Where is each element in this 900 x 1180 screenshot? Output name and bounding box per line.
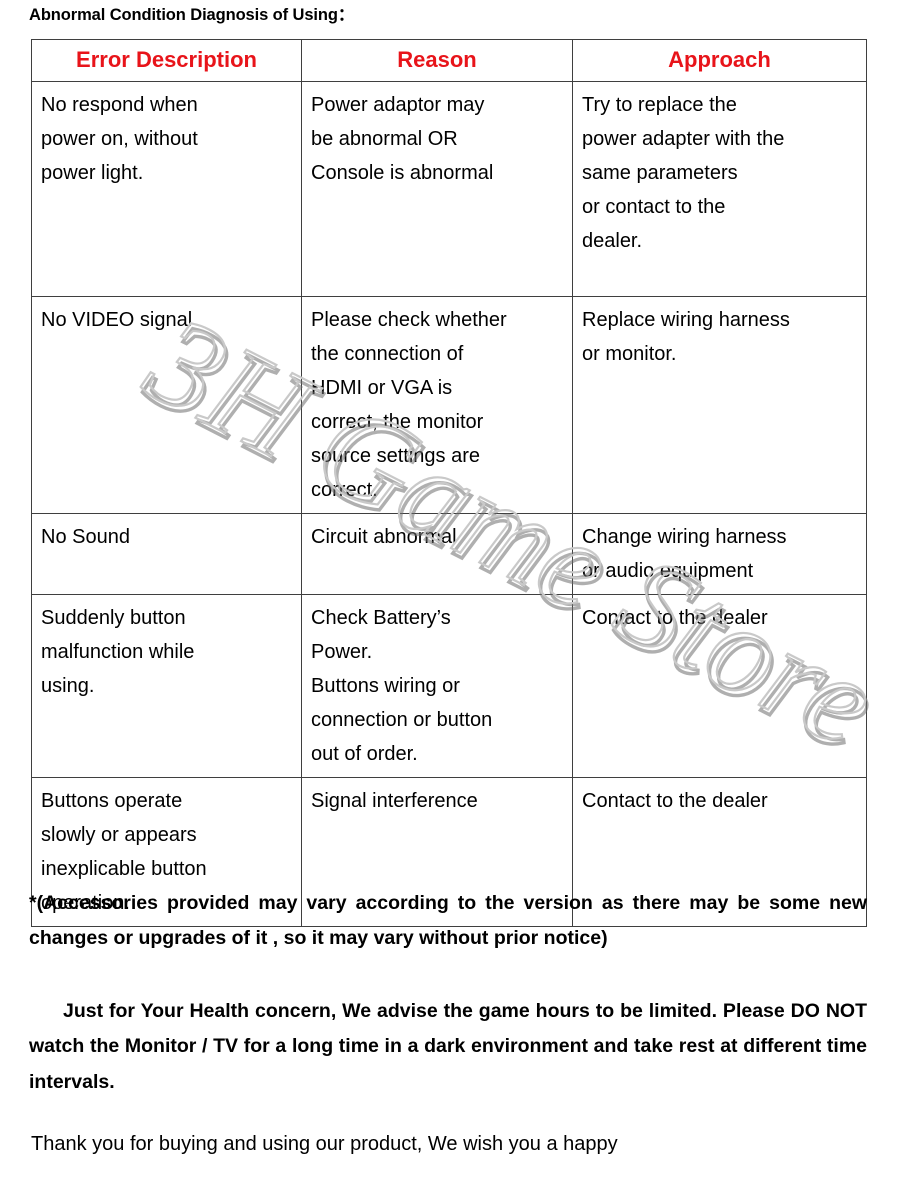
cell-text-line: malfunction while: [41, 641, 195, 663]
cell-text-line: power adapter with the: [582, 128, 785, 150]
cell-text-line: be abnormal OR: [311, 128, 458, 150]
cell-text-line: power on, without: [41, 128, 198, 150]
document-page: Abnormal Condition Diagnosis of Using： E…: [0, 0, 900, 1180]
cell-error-description: Suddenly button malfunction while using.: [31, 594, 302, 778]
cell-text-line: inexplicable button: [41, 858, 207, 880]
cell-text-line: Console is abnormal: [311, 162, 494, 184]
table-row: No VIDEO signal Please check whether the …: [31, 296, 867, 514]
cell-approach: Replace wiring harness or monitor.: [572, 296, 867, 514]
page-title: Abnormal Condition Diagnosis of Using：: [29, 6, 355, 24]
column-header-error-description: Error Description: [31, 39, 302, 82]
cell-approach: Contact to the dealer: [572, 594, 867, 778]
cell-text-line: or audio equipment: [582, 560, 754, 582]
cell-text-line: Check Battery’s: [311, 607, 451, 629]
cell-text-line: connection or button: [311, 709, 493, 731]
cell-text-line: correct.: [311, 479, 378, 501]
cell-reason: Circuit abnormal: [301, 513, 573, 595]
cell-reason: Please check whether the connection of HDM…: [301, 296, 573, 514]
table-body: No respond when power on, without power li…: [31, 81, 867, 927]
cell-text-line: slowly or appears: [41, 824, 197, 846]
table-row: No Sound Circuit abnormal Change wiring …: [31, 513, 867, 595]
cell-error-description: No respond when power on, without power li…: [31, 81, 302, 297]
cell-text-line: or monitor.: [582, 343, 677, 365]
cell-reason: Power adaptor may be abnormal OR Console i…: [301, 81, 573, 297]
column-header-reason: Reason: [301, 39, 573, 82]
cell-text-line: Change wiring harness: [582, 526, 787, 548]
cell-text-line: Try to replace the: [582, 94, 737, 116]
cell-approach: Try to replace the power adapter with the…: [572, 81, 867, 297]
note-thank-you: Thank you for buying and using our produ…: [31, 1133, 618, 1155]
cell-text-line: No respond when: [41, 94, 198, 116]
cell-text-line: HDMI or VGA is: [311, 377, 453, 399]
cell-text-line: Suddenly button: [41, 607, 186, 629]
cell-text-line: Power.: [311, 641, 373, 663]
cell-text-line: Buttons wiring or: [311, 675, 460, 697]
cell-text-line: out of order.: [311, 743, 418, 765]
cell-text-line: the connection of: [311, 343, 464, 365]
cell-text-line: same parameters: [582, 162, 738, 184]
cell-approach: Change wiring harness or audio equipment: [572, 513, 867, 595]
cell-error-description: No Sound: [31, 513, 302, 595]
cell-text-line: Please check whether: [311, 309, 507, 331]
diagnosis-table: Error Description Reason Approach No res…: [31, 39, 867, 927]
cell-text-line: power light.: [41, 162, 144, 184]
cell-reason: Check Battery’s Power. Buttons wiring or co…: [301, 594, 573, 778]
cell-text-line: source settings are: [311, 445, 480, 467]
table-row: Suddenly button malfunction while using. C…: [31, 594, 867, 778]
table-header-row: Error Description Reason Approach: [31, 39, 867, 82]
table-row: No respond when power on, without power li…: [31, 81, 867, 297]
cell-text-line: correct, the monitor: [311, 411, 484, 433]
cell-error-description: No VIDEO signal: [31, 296, 302, 514]
note-health-concern: Just for Your Health concern, We advise …: [29, 1000, 867, 1093]
cell-text-line: or contact to the: [582, 196, 726, 218]
cell-text-line: Power adaptor may: [311, 94, 485, 116]
cell-text-line: Buttons operate: [41, 790, 183, 812]
column-header-approach: Approach: [572, 39, 867, 82]
cell-text-line: dealer.: [582, 230, 643, 252]
note-accessories: *(Accessories provided may vary accordin…: [29, 892, 867, 950]
cell-text-line: Replace wiring harness: [582, 309, 790, 331]
cell-text-line: using.: [41, 675, 95, 697]
